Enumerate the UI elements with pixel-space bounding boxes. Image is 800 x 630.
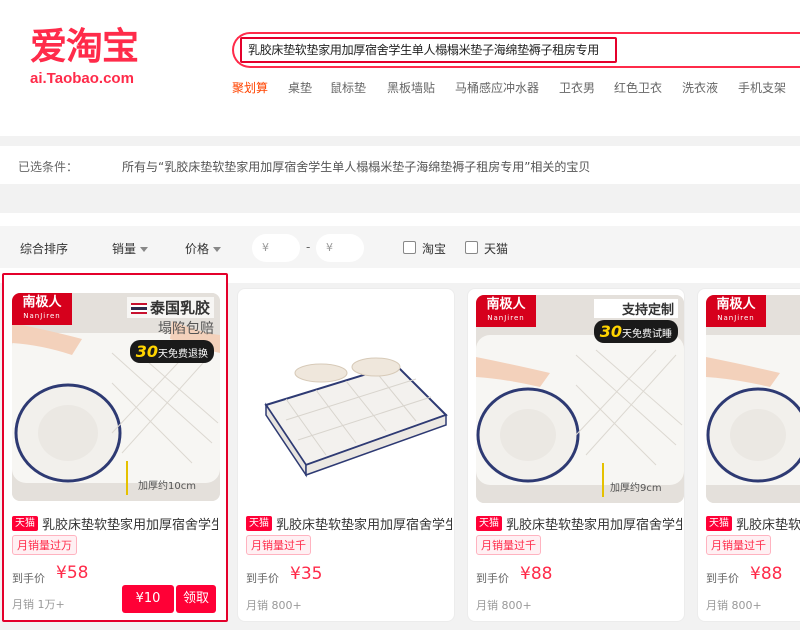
promo-overlay: 泰国乳胶 塌陷包赔 30天免费退换 (126, 297, 214, 363)
taobao-checkbox[interactable] (403, 241, 416, 254)
product-price: ¥58 (56, 563, 89, 583)
thickness-marker (602, 463, 604, 497)
product-price: ¥35 (290, 564, 323, 584)
price-label: 到手价 (706, 572, 739, 585)
brand-name-en: NanJiren (23, 312, 61, 320)
logo-text-cn: 爱淘宝 (30, 25, 139, 68)
product-title-row[interactable]: 天猫乳胶床垫软垫家用加厚宿舍学生单人榻榻米垫子海绵垫褥子租房专用 (706, 513, 800, 531)
product-image[interactable]: 南极人 NanJiren 泰国乳胶 塌陷包赔 30天免费退换 加厚约10cm (12, 293, 220, 501)
promo-subtitle: 塌陷包赔 (158, 321, 214, 337)
brand-name: 南极人 (716, 297, 756, 312)
product-title[interactable]: 乳胶床垫软垫家用加厚宿舍学生单人榻榻米垫子海绵垫褥子租房专用 (42, 518, 218, 531)
product-card[interactable]: 南极人 NanJiren 泰国乳胶 塌陷包赔 30天免费退换 加厚约10cm 天猫… (2, 273, 228, 622)
tmall-badge: 天猫 (246, 516, 272, 531)
product-card[interactable]: 南极人 NanJiren 天猫乳胶床垫软垫家用加厚宿舍学生单人榻榻米垫子海绵垫褥子… (697, 288, 800, 622)
monthly-sales: 月销 1万+ (12, 598, 65, 611)
trial-text: 天免费退换 (158, 349, 208, 360)
brand-badge: 南极人 NanJiren (706, 295, 766, 327)
brand-name: 南极人 (22, 295, 62, 310)
hot-word-link[interactable]: 桌垫 (288, 79, 312, 96)
product-image[interactable] (246, 295, 454, 503)
search-input[interactable]: 乳胶床垫软垫家用加厚宿舍学生单人榻榻米垫子海绵垫褥子租房专用 (248, 41, 599, 58)
mattress-flat-image (246, 295, 454, 503)
product-title[interactable]: 乳胶床垫软垫家用加厚宿舍学生单人榻榻米垫子海绵垫褥子租房专用 (276, 518, 452, 531)
brand-badge: 南极人 NanJiren (12, 293, 72, 325)
brand-name-en: NanJiren (487, 314, 525, 322)
promo-overlay: 支持定制 30天免费试睡 (593, 299, 678, 343)
conditions-text: 所有与“乳胶床垫软垫家用加厚宿舍学生单人榻榻米垫子海绵垫褥子租房专用”相关的宝贝 (122, 160, 591, 174)
sales-tag: 月销量过千 (476, 535, 541, 555)
product-image[interactable]: 南极人 NanJiren 支持定制 30天免费试睡 加厚约9cm (476, 295, 684, 503)
trial-days: 30 (599, 322, 622, 341)
price-label: 到手价 (12, 572, 45, 585)
sort-price-button[interactable]: 价格 (185, 240, 222, 257)
sort-default-button[interactable]: 综合排序 (20, 240, 68, 257)
hot-word-link[interactable]: 洗衣液 (682, 79, 718, 96)
price-label: 到手价 (246, 572, 279, 585)
logo-text-en: ai.Taobao.com (30, 70, 134, 87)
product-card[interactable]: 天猫乳胶床垫软垫家用加厚宿舍学生单人榻榻米垫子海绵垫褥子租房专用 月销量过千 到… (237, 288, 455, 622)
promo-title: 泰国乳胶 (126, 297, 214, 318)
sort-sales-label: 销量 (112, 242, 137, 256)
sales-tag: 月销量过千 (246, 535, 311, 555)
monthly-sales: 月销 800+ (476, 599, 532, 612)
sort-price-label: 价格 (185, 242, 210, 256)
tmall-checkbox-label: 天猫 (484, 242, 509, 256)
conditions-label: 已选条件： (18, 160, 79, 174)
monthly-sales: 月销 800+ (706, 599, 762, 612)
product-price: ¥88 (750, 564, 783, 584)
trial-days: 30 (135, 342, 158, 361)
product-title-row[interactable]: 天猫乳胶床垫软垫家用加厚宿舍学生单人榻榻米垫子海绵垫褥子租房专用 (246, 513, 452, 531)
product-price: ¥88 (520, 564, 553, 584)
brand-badge: 南极人 NanJiren (476, 295, 536, 327)
tmall-checkbox[interactable] (465, 241, 478, 254)
hot-word-link[interactable]: 鼠标垫 (330, 79, 366, 96)
trial-pill: 30天免费试睡 (593, 320, 678, 343)
price-min-input[interactable]: ¥ (252, 234, 300, 262)
promo-title: 支持定制 (593, 299, 678, 318)
tmall-badge: 天猫 (476, 516, 502, 531)
trial-pill: 30天免费退换 (129, 340, 214, 363)
hot-word-link[interactable]: 黑板墙贴 (387, 79, 435, 96)
price-label: 到手价 (476, 572, 509, 585)
product-title-row[interactable]: 天猫乳胶床垫软垫家用加厚宿舍学生单人榻榻米垫子海绵垫褥子租房专用 (12, 513, 218, 531)
product-image[interactable]: 南极人 NanJiren (706, 295, 800, 503)
product-title-row[interactable]: 天猫乳胶床垫软垫家用加厚宿舍学生单人榻榻米垫子海绵垫褥子租房专用 (476, 513, 682, 531)
hot-word-link[interactable]: 马桶感应冲水器 (455, 79, 539, 96)
taobao-logo[interactable]: 爱淘宝 ai.Taobao.com (30, 25, 170, 88)
product-title[interactable]: 乳胶床垫软垫家用加厚宿舍学生单人榻榻米垫子海绵垫褥子租房专用 (736, 518, 800, 531)
thickness-label: 加厚约9cm (610, 483, 662, 494)
claim-coupon-button[interactable]: 领取 (176, 585, 216, 613)
promo-title-text: 泰国乳胶 (149, 299, 210, 317)
trial-text: 天免费试睡 (622, 329, 672, 340)
brand-name-en: NanJiren (717, 314, 755, 322)
hot-word-link[interactable]: 手机支架 (738, 79, 786, 96)
price-range-dash: - (306, 240, 311, 254)
thickness-marker (126, 461, 128, 495)
monthly-sales: 月销 800+ (246, 599, 302, 612)
hot-word-link[interactable]: 聚划算 (232, 79, 268, 96)
sales-tag: 月销量过万 (12, 535, 77, 555)
thickness-label: 加厚约10cm (138, 481, 196, 492)
price-max-input[interactable]: ¥ (316, 234, 364, 262)
product-title[interactable]: 乳胶床垫软垫家用加厚宿舍学生单人榻榻米垫子海绵垫褥子租房专用 (506, 518, 682, 531)
tmall-badge: 天猫 (12, 516, 38, 531)
product-card[interactable]: 南极人 NanJiren 支持定制 30天免费试睡 加厚约9cm 天猫 乳胶床垫软垫… (467, 288, 685, 622)
hot-word-link[interactable]: 卫衣男 (559, 79, 595, 96)
taobao-checkbox-label: 淘宝 (422, 242, 447, 256)
chevron-down-icon (213, 247, 222, 252)
coupon-value-button[interactable]: ¥10 (122, 585, 174, 613)
sort-sales-button[interactable]: 销量 (112, 240, 149, 257)
sales-tag: 月销量过千 (706, 535, 771, 555)
brand-name: 南极人 (486, 297, 526, 312)
thai-flag-icon (130, 303, 147, 314)
hot-word-link[interactable]: 红色卫衣 (614, 79, 662, 96)
tmall-badge: 天猫 (706, 516, 732, 531)
chevron-down-icon (140, 247, 149, 252)
